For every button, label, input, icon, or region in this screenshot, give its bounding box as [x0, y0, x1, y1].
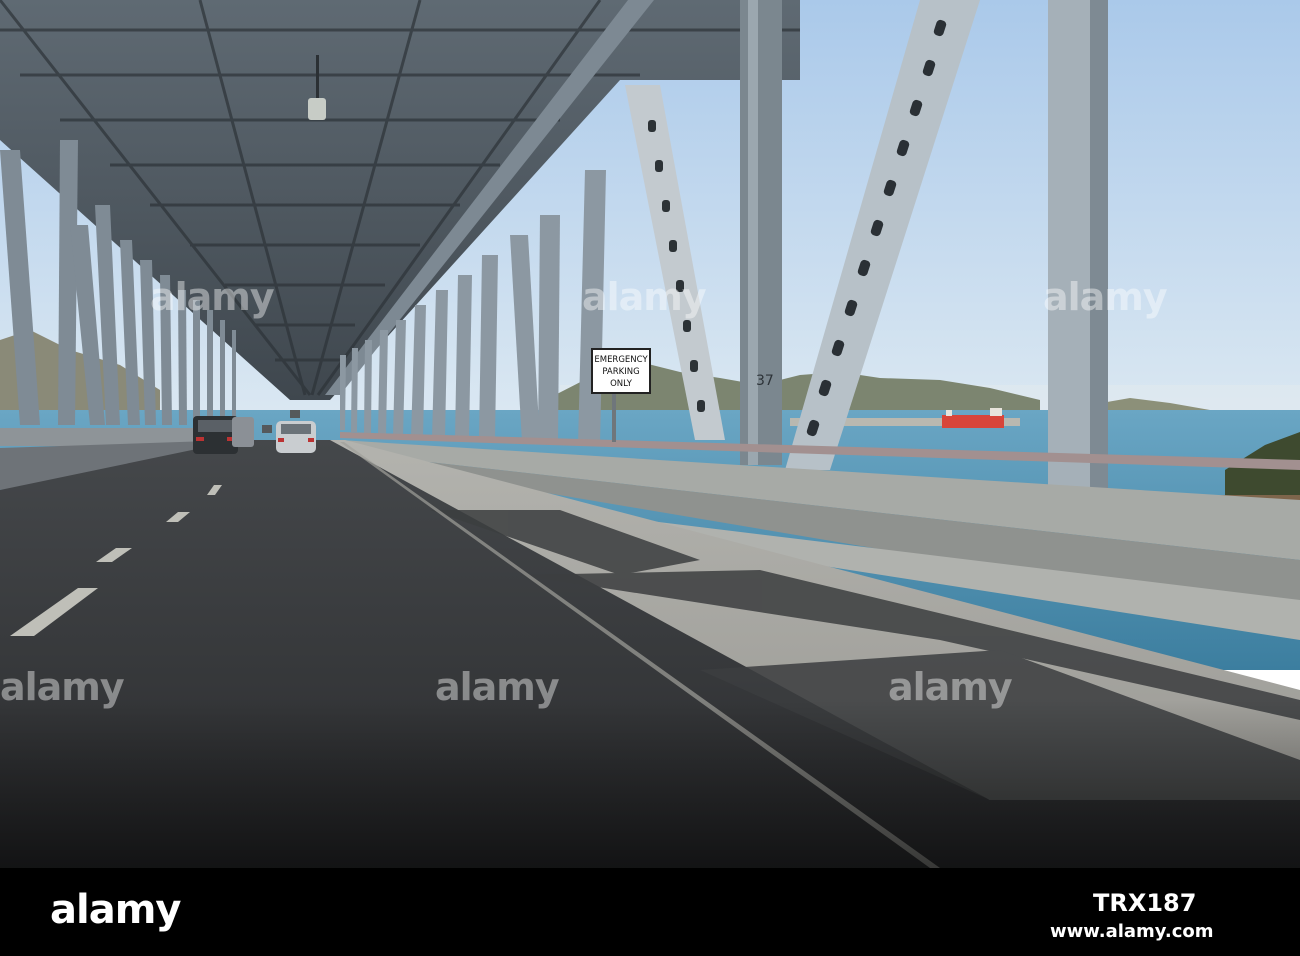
truss-number: 37	[756, 373, 774, 389]
watermark-6: alamy	[888, 665, 1013, 709]
far-right-post-shadow	[1090, 0, 1108, 495]
windshield-vignette	[0, 700, 1300, 868]
watermark-1: alamy	[150, 275, 275, 319]
image-id: TRX187	[1093, 889, 1197, 917]
vertical-post	[740, 0, 782, 465]
bridge-photo: 37 EMERGENCY PARKING ONLY	[0, 0, 1300, 868]
sign-line-3: ONLY	[610, 379, 633, 389]
footer-logo: alamy	[50, 887, 181, 933]
watermark-3: alamy	[1043, 275, 1168, 319]
vertical-post-highlight	[748, 0, 758, 465]
photo-frame: 37 EMERGENCY PARKING ONLY alamy alamy al…	[0, 0, 1300, 956]
watermark-2: alamy	[582, 275, 707, 319]
car-silver	[276, 421, 316, 453]
sign-line-1: EMERGENCY	[594, 355, 648, 365]
car-pickup	[232, 417, 254, 447]
car-suv	[193, 416, 238, 454]
sign-line-2: PARKING	[602, 367, 639, 377]
watermark-4: alamy	[0, 665, 125, 709]
footer-url: www.alamy.com	[1050, 921, 1214, 942]
watermark-5: alamy	[435, 665, 560, 709]
